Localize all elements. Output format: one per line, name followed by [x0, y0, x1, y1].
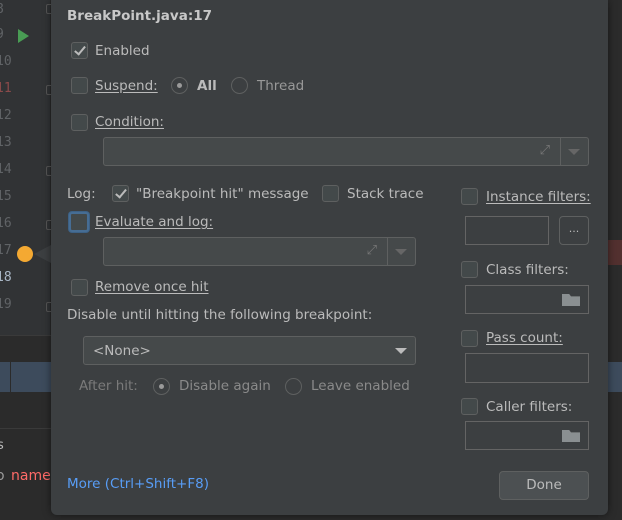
line-number: 15: [0, 189, 12, 204]
enabled-label: Enabled: [95, 43, 150, 59]
breakpoint-popup: BreakPoint.java:17 Enabled Suspend: All …: [51, 0, 608, 515]
pass-count-input[interactable]: [465, 353, 589, 383]
condition-checkbox[interactable]: [71, 114, 88, 131]
disable-again-radio[interactable]: [153, 378, 170, 395]
folder-icon[interactable]: [562, 294, 580, 306]
stack-trace-label: Stack trace: [347, 186, 424, 202]
more-link[interactable]: More (Ctrl+Shift+F8): [67, 475, 209, 493]
condition-label: Condition:: [95, 114, 164, 130]
line-number: 16: [0, 216, 12, 231]
disable-until-label: Disable until hitting the following brea…: [67, 307, 373, 323]
divider: [0, 335, 51, 336]
line-number: 17: [0, 243, 12, 258]
leave-enabled-label: Leave enabled: [311, 378, 410, 394]
class-filters-input[interactable]: [465, 285, 589, 314]
breakpoint-icon[interactable]: [17, 246, 33, 262]
disable-until-dropdown[interactable]: <None>: [83, 336, 416, 365]
dropdown-value: <None>: [93, 343, 151, 359]
pass-count-label: Pass count:: [486, 330, 563, 346]
suspend-all-radio[interactable]: [171, 77, 188, 94]
instance-filters-input[interactable]: [465, 216, 549, 245]
suspend-all-label: All: [197, 78, 217, 94]
line-number: 9: [0, 27, 4, 42]
line-number: 14: [0, 162, 12, 177]
chevron-down-icon[interactable]: [568, 149, 580, 155]
item-icon: o: [0, 468, 5, 484]
evaluate-input[interactable]: ⤢: [103, 237, 416, 266]
suspend-thread-label: Thread: [257, 78, 305, 94]
instance-filters-label: Instance filters:: [486, 189, 591, 205]
evaluate-and-log-checkbox[interactable]: [69, 212, 89, 232]
line-number: 8: [0, 2, 4, 17]
evaluate-and-log-label: Evaluate and log:: [95, 214, 214, 230]
popup-pointer: [34, 245, 51, 263]
selected-row: [0, 362, 51, 392]
line-number: 11: [0, 81, 12, 96]
suspend-checkbox[interactable]: [71, 77, 88, 94]
line-number: 10: [0, 54, 12, 69]
instance-filters-checkbox[interactable]: [461, 188, 478, 205]
log-label: Log:: [67, 186, 96, 202]
stack-trace-checkbox[interactable]: [322, 185, 339, 202]
after-hit-label: After hit:: [79, 378, 138, 394]
condition-input[interactable]: ⤢: [103, 137, 589, 166]
remove-once-hit-label: Remove once hit: [95, 279, 209, 295]
panel-text: s: [0, 438, 4, 453]
remove-once-hit-checkbox[interactable]: [71, 279, 88, 296]
folder-icon[interactable]: [562, 430, 580, 442]
line-number: 19: [0, 297, 12, 312]
caller-filters-checkbox[interactable]: [461, 398, 478, 415]
breakpoint-hit-checkbox[interactable]: [112, 185, 129, 202]
disable-again-label: Disable again: [179, 378, 271, 394]
caller-filters-label: Caller filters:: [486, 399, 573, 415]
line-number: 12: [0, 108, 12, 123]
run-icon[interactable]: [18, 29, 29, 43]
class-filters-checkbox[interactable]: [461, 261, 478, 278]
class-filters-label: Class filters:: [486, 262, 569, 278]
selected-row: [608, 362, 622, 392]
enabled-checkbox[interactable]: [71, 42, 88, 59]
divider: [0, 428, 51, 429]
breakpoint-hit-label: "Breakpoint hit" message: [136, 186, 309, 202]
expand-icon[interactable]: ⤢: [540, 143, 550, 158]
done-button[interactable]: Done: [499, 471, 589, 500]
caller-filters-input[interactable]: [465, 421, 589, 450]
chevron-down-icon[interactable]: [395, 348, 407, 354]
console-text: name.: [11, 468, 56, 484]
line-number: 18: [0, 270, 12, 285]
leave-enabled-radio[interactable]: [285, 378, 302, 395]
error-line-highlight: [608, 240, 622, 265]
suspend-label: Suspend:: [95, 78, 158, 94]
line-number: 13: [0, 135, 12, 150]
popup-title: BreakPoint.java:17: [67, 8, 213, 24]
pass-count-checkbox[interactable]: [461, 330, 478, 347]
browse-button[interactable]: ...: [559, 216, 589, 245]
expand-icon[interactable]: ⤢: [367, 243, 377, 258]
suspend-thread-radio[interactable]: [231, 77, 248, 94]
editor-gutter: 8 9 10 11 12 13 14 15 16 17 18 19: [0, 0, 54, 335]
chevron-down-icon[interactable]: [395, 249, 407, 255]
